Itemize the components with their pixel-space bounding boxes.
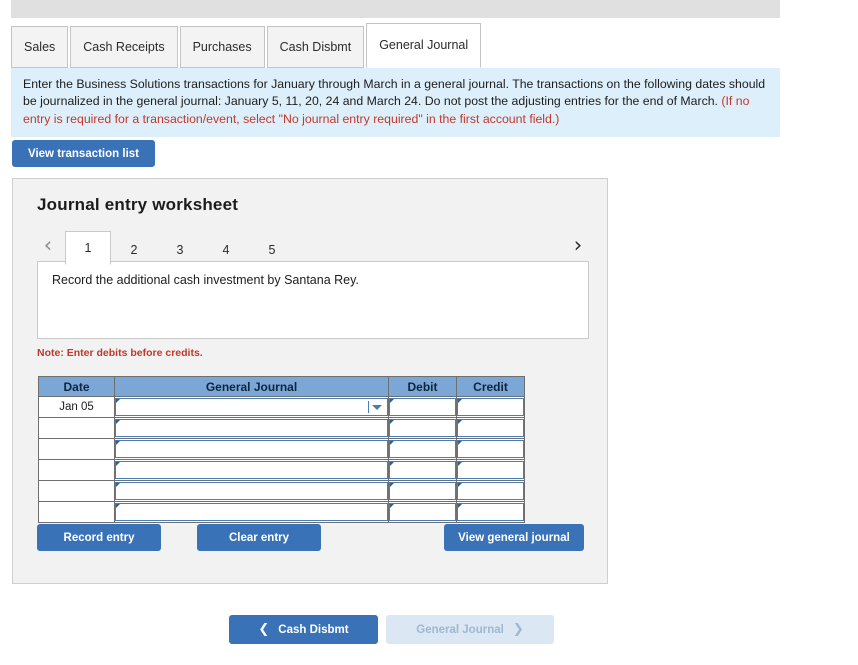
- tab-cash-receipts-label: Cash Receipts: [83, 39, 165, 54]
- table-row: [38, 417, 525, 439]
- cell-date-5: [38, 480, 115, 502]
- record-entry-label: Record entry: [63, 531, 135, 544]
- account-select-1-divider: [368, 401, 369, 413]
- nav-next-general-journal-button: General Journal ❯: [386, 615, 554, 644]
- instructions-panel: Enter the Business Solutions transaction…: [11, 68, 780, 138]
- debit-input-6[interactable]: [389, 503, 456, 521]
- tab-purchases[interactable]: Purchases: [179, 26, 265, 68]
- instructions-text: Enter the Business Solutions transaction…: [23, 77, 766, 109]
- cell-date-4: [38, 459, 115, 481]
- cell-date-2: [38, 417, 115, 439]
- cell-debit-5: [388, 480, 457, 502]
- clear-entry-button[interactable]: Clear entry: [197, 524, 321, 551]
- top-gray-bar: [11, 0, 780, 18]
- record-entry-button[interactable]: Record entry: [37, 524, 161, 551]
- table-row: [38, 438, 525, 460]
- cell-credit-4: [456, 459, 525, 481]
- view-general-journal-button[interactable]: View general journal: [444, 524, 584, 551]
- account-select-6[interactable]: [115, 503, 388, 521]
- nav-prev-cash-disbmt-button[interactable]: ❮ Cash Disbmt: [229, 615, 378, 644]
- credit-input-6[interactable]: [457, 503, 524, 521]
- debit-input-3[interactable]: [389, 440, 456, 458]
- worksheet-page-3-label: 3: [176, 243, 184, 257]
- cell-account-4: [114, 459, 389, 481]
- nav-prev-label: Cash Disbmt: [278, 623, 349, 636]
- worksheet-page-5-label: 5: [268, 243, 276, 257]
- journal-entry-worksheet-panel: Journal entry worksheet ‹ 1 2 3 4 5 › Re…: [12, 178, 608, 584]
- cell-account-5: [114, 480, 389, 502]
- table-row: [38, 501, 525, 523]
- cell-account-6: [114, 501, 389, 523]
- tab-general-journal-label: General Journal: [379, 38, 469, 53]
- chevron-left-icon: ❮: [258, 622, 270, 637]
- tab-cash-disbmt[interactable]: Cash Disbmt: [266, 26, 365, 68]
- column-header-credit: Credit: [456, 376, 525, 397]
- cell-date-1: Jan 05: [38, 396, 115, 418]
- column-header-date: Date: [38, 376, 115, 397]
- cell-credit-6: [456, 501, 525, 523]
- cell-date-3: [38, 438, 115, 460]
- journal-entry-table: Date General Journal Debit Credit Jan 05: [38, 376, 525, 523]
- chevron-left-icon[interactable]: ‹: [37, 231, 59, 259]
- chevron-right-icon: ❯: [512, 622, 524, 637]
- cell-account-2: [114, 417, 389, 439]
- cell-debit-2: [388, 417, 457, 439]
- credit-input-4[interactable]: [457, 461, 524, 479]
- debit-input-2[interactable]: [389, 419, 456, 437]
- worksheet-pager: ‹ 1 2 3 4 5 ›: [37, 227, 589, 265]
- debit-input-1[interactable]: [389, 398, 456, 416]
- account-select-1[interactable]: [115, 398, 388, 416]
- entry-description-box: Record the additional cash investment by…: [37, 261, 589, 339]
- entry-description-text: Record the additional cash investment by…: [52, 273, 359, 287]
- cell-debit-6: [388, 501, 457, 523]
- cell-debit-3: [388, 438, 457, 460]
- table-header-row: Date General Journal Debit Credit: [38, 376, 525, 397]
- cell-credit-5: [456, 480, 525, 502]
- tab-sales[interactable]: Sales: [11, 26, 69, 68]
- tab-cash-disbmt-label: Cash Disbmt: [279, 39, 352, 54]
- worksheet-page-1-label: 1: [84, 241, 92, 255]
- table-row: Jan 05: [38, 396, 525, 418]
- view-transaction-list-label: View transaction list: [28, 147, 139, 160]
- tab-general-journal[interactable]: General Journal: [366, 23, 482, 68]
- cell-date-6: [38, 501, 115, 523]
- tab-purchases-label: Purchases: [192, 39, 252, 54]
- debit-input-4[interactable]: [389, 461, 456, 479]
- worksheet-page-tabs: 1 2 3 4 5: [65, 227, 295, 265]
- debit-input-5[interactable]: [389, 482, 456, 500]
- table-row: [38, 480, 525, 502]
- table-row: [38, 459, 525, 481]
- account-select-5[interactable]: [115, 482, 388, 500]
- cell-credit-3: [456, 438, 525, 460]
- nav-next-label: General Journal: [416, 623, 504, 636]
- view-transaction-list-button[interactable]: View transaction list: [12, 140, 155, 167]
- tab-cash-receipts[interactable]: Cash Receipts: [70, 26, 178, 68]
- view-general-journal-label: View general journal: [458, 531, 570, 544]
- debits-before-credits-note: Note: Enter debits before credits.: [37, 347, 203, 359]
- cell-account-3: [114, 438, 389, 460]
- credit-input-5[interactable]: [457, 482, 524, 500]
- cell-credit-1: [456, 396, 525, 418]
- chevron-right-icon[interactable]: ›: [567, 231, 589, 259]
- credit-input-1[interactable]: [457, 398, 524, 416]
- credit-input-3[interactable]: [457, 440, 524, 458]
- account-select-3[interactable]: [115, 440, 388, 458]
- worksheet-page-2-label: 2: [130, 243, 138, 257]
- column-header-general-journal: General Journal: [114, 376, 389, 397]
- credit-input-2[interactable]: [457, 419, 524, 437]
- module-tab-strip: Sales Cash Receipts Purchases Cash Disbm…: [11, 23, 483, 68]
- clear-entry-label: Clear entry: [228, 531, 290, 544]
- cell-account-1: [114, 396, 389, 418]
- cell-debit-4: [388, 459, 457, 481]
- worksheet-page-4-label: 4: [222, 243, 230, 257]
- column-header-debit: Debit: [388, 376, 457, 397]
- tab-sales-label: Sales: [24, 39, 56, 54]
- worksheet-title: Journal entry worksheet: [37, 195, 239, 214]
- cell-debit-1: [388, 396, 457, 418]
- account-select-2[interactable]: [115, 419, 388, 437]
- account-select-4[interactable]: [115, 461, 388, 479]
- cell-credit-2: [456, 417, 525, 439]
- worksheet-page-1[interactable]: 1: [65, 231, 111, 265]
